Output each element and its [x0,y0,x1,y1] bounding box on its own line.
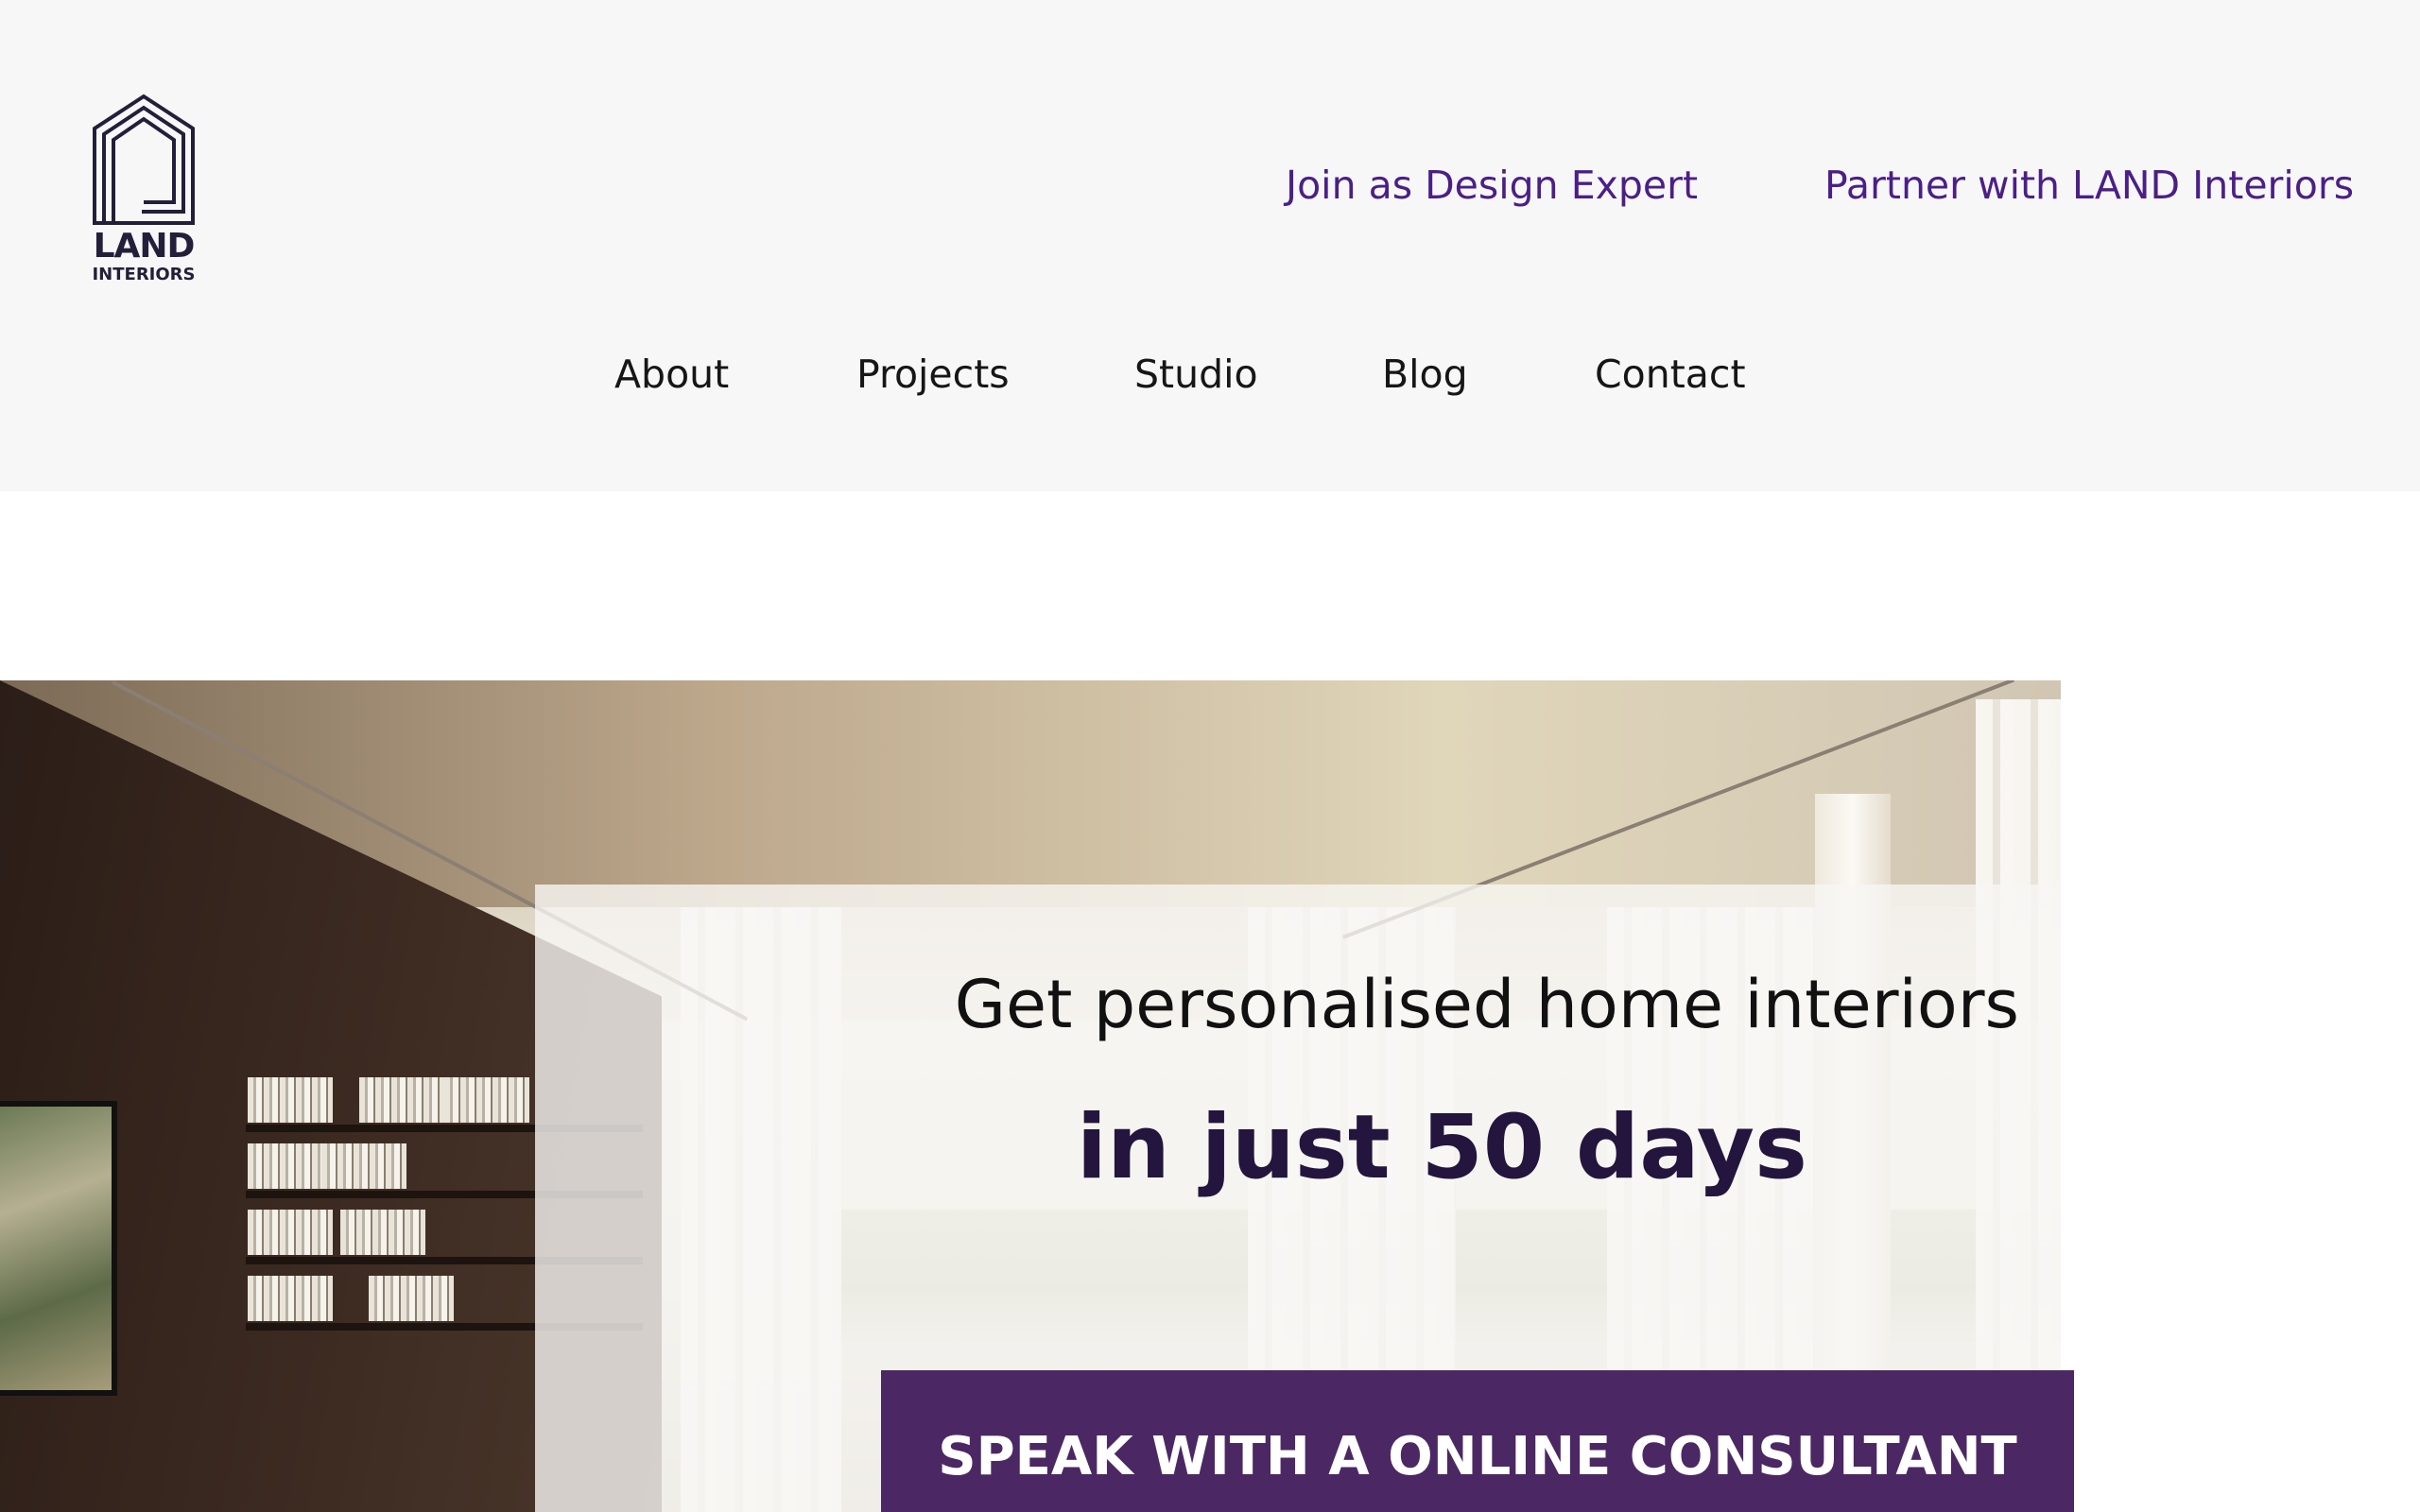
speak-consultant-button-label: SPEAK WITH A ONLINE CONSULTANT [938,1426,2017,1487]
join-design-expert-link[interactable]: Join as Design Expert [1286,163,1698,208]
partner-link[interactable]: Partner with LAND Interiors [1824,163,2354,208]
hero-books [248,1143,333,1189]
house-outline-icon [93,94,195,225]
speak-consultant-button[interactable]: SPEAK WITH A ONLINE CONSULTANT [881,1370,2074,1512]
hero-subheadline: in just 50 days [1076,1096,1807,1199]
hero-books [248,1276,333,1321]
nav-blog[interactable]: Blog [1382,352,1468,397]
hero-books [340,1210,425,1255]
hero-books [444,1077,529,1123]
brand-logo[interactable]: LAND INTERIORS [91,93,197,287]
nav-about[interactable]: About [614,352,729,397]
hero-books [369,1276,454,1321]
brand-tagline: INTERIORS [92,265,196,284]
site-header: LAND INTERIORS Join as Design Expert Par… [0,0,2420,491]
nav-projects[interactable]: Projects [856,352,1010,397]
hero-headline: Get personalised home interiors [954,966,2019,1043]
brand-name: LAND [93,227,196,266]
hero-tv [0,1101,117,1396]
nav-contact[interactable]: Contact [1595,352,1746,397]
hero-books [248,1077,333,1123]
nav-studio[interactable]: Studio [1134,352,1258,397]
main-nav: About Projects Studio Blog Contact [0,352,2420,408]
hero-books [248,1210,333,1255]
hero-books [359,1077,444,1123]
hero-books [321,1143,406,1189]
